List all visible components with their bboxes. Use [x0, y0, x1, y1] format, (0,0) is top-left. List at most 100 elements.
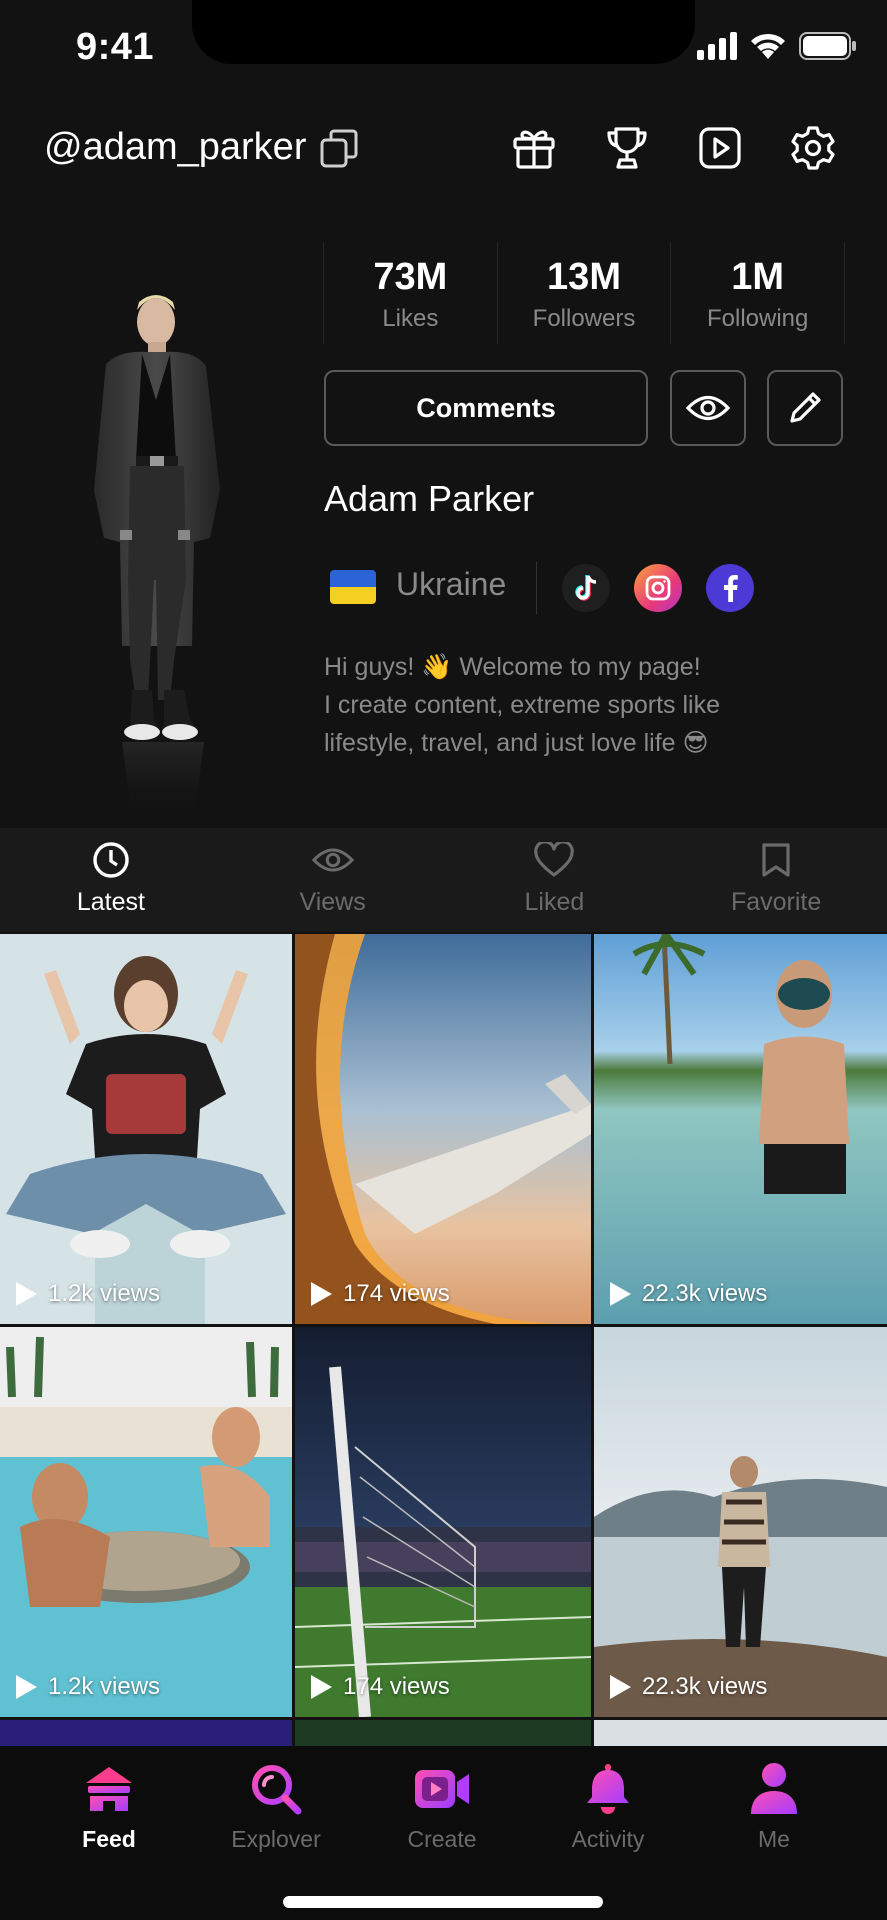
stat-value: 13M [547, 256, 621, 298]
eye-icon [311, 848, 354, 872]
bio-line: I create content, extreme sports like [324, 691, 721, 719]
play-icon [610, 1675, 631, 1699]
nav-label: Me [758, 1826, 790, 1852]
stat-value: 73M [373, 256, 448, 298]
view-count: 174 views [309, 1280, 450, 1308]
view-count-label: 22.3k views [642, 1280, 768, 1307]
nav-create[interactable]: Create [362, 1758, 522, 1853]
video-tile[interactable]: 22.3k views [594, 934, 887, 1324]
stat-label: Following [706, 305, 809, 332]
country-label: Ukraine [396, 566, 507, 602]
settings-button[interactable] [787, 122, 839, 174]
view-count: 174 views [309, 1673, 450, 1701]
videos-button[interactable] [694, 122, 746, 174]
facebook-icon [724, 575, 738, 602]
instagram-icon [645, 575, 671, 601]
search-icon [252, 1765, 302, 1815]
nav-label: Create [407, 1826, 477, 1852]
home-icon [86, 1767, 132, 1811]
stat-value: 1M [731, 256, 785, 298]
stat-label: Followers [532, 305, 636, 332]
view-profile-button[interactable] [670, 370, 746, 446]
content-tabs: Latest Views Liked Favorite [0, 828, 887, 932]
view-count-label: 22.3k views [642, 1673, 768, 1700]
wifi-icon [751, 33, 785, 59]
view-count-label: 174 views [343, 1673, 450, 1700]
home-indicator [283, 1896, 603, 1908]
video-tile[interactable]: 22.3k views [594, 1327, 887, 1717]
profile-header: @adam_parker [0, 108, 887, 188]
stat-following[interactable]: 1M Following [670, 242, 846, 344]
tab-views[interactable]: Views [222, 828, 444, 932]
status-time: 9:41 [76, 26, 155, 68]
video-tile[interactable]: 174 views [295, 1327, 591, 1717]
stat-followers[interactable]: 13M Followers [496, 242, 671, 344]
trophy-icon [607, 127, 647, 169]
device-notch [192, 0, 695, 64]
country-row: Ukraine [330, 548, 850, 628]
play-square-icon [699, 127, 741, 169]
profile-full-name: Adam Parker [324, 478, 535, 519]
bookmark-icon [762, 843, 790, 877]
tab-favorite[interactable]: Favorite [665, 828, 887, 932]
profile-section: 73M Likes 13M Followers 1M Following Com… [0, 200, 887, 828]
profile-bio: Hi guys! 👋 Welcome to my page! I create … [324, 648, 844, 762]
tab-label: Latest [76, 888, 145, 916]
nav-activity[interactable]: Activity [528, 1758, 688, 1853]
play-icon [311, 1675, 332, 1699]
play-icon [16, 1675, 37, 1699]
view-count-label: 1.2k views [48, 1673, 161, 1700]
copy-username-button[interactable] [318, 128, 360, 170]
video-tile[interactable]: 1.2k views [0, 1327, 292, 1717]
tab-label: Views [299, 888, 366, 916]
instagram-link[interactable] [634, 564, 682, 612]
view-count-label: 174 views [343, 1280, 450, 1307]
video-tile[interactable] [594, 1720, 887, 1746]
tab-liked[interactable]: Liked [444, 828, 666, 932]
profile-stats: 73M Likes 13M Followers 1M Following [323, 242, 846, 344]
tab-latest[interactable]: Latest [0, 828, 222, 932]
play-icon [16, 1282, 37, 1306]
view-count: 22.3k views [608, 1280, 767, 1308]
view-count: 1.2k views [14, 1673, 160, 1701]
video-tile[interactable]: 1.2k views [0, 934, 292, 1324]
bell-icon [587, 1764, 629, 1814]
gear-icon [791, 126, 835, 170]
tiktok-link[interactable] [562, 564, 610, 612]
gift-button[interactable] [508, 122, 560, 174]
video-camera-icon [415, 1770, 469, 1808]
username-label: @adam_parker [44, 126, 307, 168]
stat-likes[interactable]: 73M Likes [323, 242, 497, 344]
battery-icon [799, 32, 856, 60]
pencil-icon [790, 392, 821, 423]
video-grid: 1.2k views 174 views 22.3k views 1.2k vi… [0, 934, 887, 1746]
view-count: 1.2k views [14, 1280, 160, 1308]
video-tile[interactable]: 174 views [295, 934, 591, 1324]
tiktok-icon [575, 575, 597, 601]
trophy-button[interactable] [601, 122, 653, 174]
nav-label: Feed [82, 1826, 136, 1852]
nav-explover[interactable]: Explover [196, 1758, 356, 1853]
status-bar: 9:41 [0, 0, 887, 100]
view-count-label: 1.2k views [48, 1280, 161, 1307]
eye-icon [686, 395, 730, 421]
stat-label: Likes [382, 305, 439, 332]
nav-label: Explover [231, 1826, 321, 1852]
divider [536, 562, 537, 614]
nav-feed[interactable]: Feed [29, 1758, 189, 1853]
nav-label: Activity [571, 1826, 645, 1852]
tab-label: Favorite [730, 888, 822, 916]
tab-label: Liked [524, 888, 585, 916]
edit-profile-button[interactable] [767, 370, 843, 446]
nav-me[interactable]: Me [694, 1758, 854, 1853]
comments-button[interactable]: Comments [324, 370, 648, 446]
facebook-link[interactable] [706, 564, 754, 612]
clock-icon [93, 842, 129, 878]
gift-icon [513, 130, 555, 169]
ukraine-flag-icon [330, 570, 376, 604]
bottom-navigation: Feed Explover Create Activity Me [0, 1746, 887, 1920]
avatar-3d-figure [60, 280, 270, 820]
video-tile[interactable] [0, 1720, 292, 1746]
video-tile[interactable] [295, 1720, 591, 1746]
bio-line: Hi guys! 👋 Welcome to my page! [324, 653, 701, 681]
